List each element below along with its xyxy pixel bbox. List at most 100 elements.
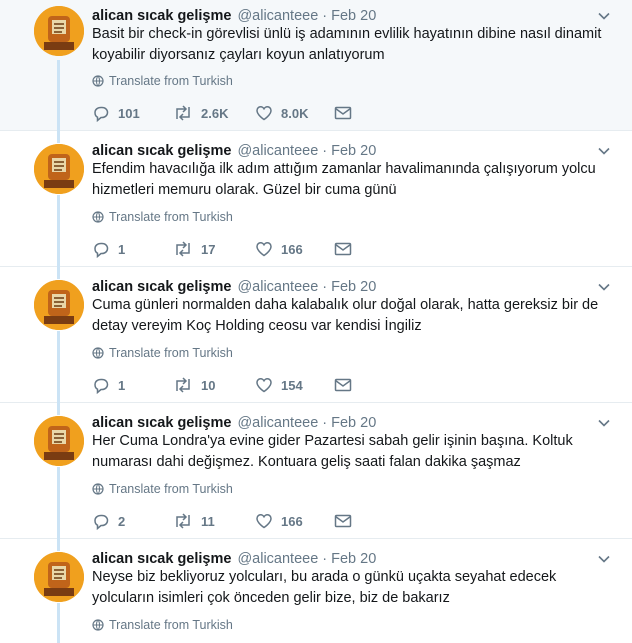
- retweet-icon: [176, 377, 190, 393]
- thread-line: [57, 267, 60, 279]
- tweet-date[interactable]: Feb 20: [331, 279, 376, 295]
- retweet-button[interactable]: 17: [173, 240, 255, 258]
- tweet-header: alican sıcak gelişme @alicanteee · Feb 2…: [92, 277, 376, 297]
- tweet-date[interactable]: Feb 20: [331, 143, 376, 159]
- tweet[interactable]: alican sıcak gelişme @alicanteee · Feb 2…: [0, 0, 632, 131]
- thread-line: [57, 539, 60, 551]
- reply-button[interactable]: 1: [92, 240, 173, 258]
- separator: ·: [322, 8, 328, 24]
- translate-link[interactable]: Translate from Turkish: [92, 74, 233, 88]
- translate-link[interactable]: Translate from Turkish: [92, 210, 233, 224]
- thread-line: [57, 195, 60, 267]
- tweet-actions: 101 2.6K 8.0K: [92, 104, 352, 122]
- translate-link[interactable]: Translate from Turkish: [92, 618, 233, 632]
- author-handle[interactable]: @alicanteee: [237, 551, 318, 567]
- like-button[interactable]: 166: [255, 512, 334, 530]
- translate-label: Translate from Turkish: [109, 482, 233, 496]
- avatar[interactable]: [34, 144, 84, 194]
- dm-button[interactable]: [334, 513, 352, 529]
- dm-button[interactable]: [334, 105, 352, 121]
- dm-icon: [334, 514, 352, 528]
- author-handle[interactable]: @alicanteee: [237, 415, 318, 431]
- separator: ·: [322, 415, 328, 431]
- caret-down-icon[interactable]: [598, 549, 610, 569]
- tweet-date[interactable]: Feb 20: [331, 551, 376, 567]
- author-name[interactable]: alican sıcak gelişme: [92, 279, 231, 295]
- tweet-date[interactable]: Feb 20: [331, 8, 376, 24]
- author-handle[interactable]: @alicanteee: [237, 279, 318, 295]
- reply-button[interactable]: 2: [92, 512, 173, 530]
- dm-button[interactable]: [334, 377, 352, 393]
- reply-count: 101: [118, 105, 140, 121]
- reply-icon: [94, 378, 109, 394]
- author-handle[interactable]: @alicanteee: [237, 143, 318, 159]
- retweet-button[interactable]: 2.6K: [173, 104, 255, 122]
- avatar[interactable]: [34, 280, 84, 330]
- thread-line: [57, 467, 60, 539]
- globe-icon: [92, 483, 104, 495]
- separator: ·: [322, 143, 328, 159]
- avatar[interactable]: [34, 6, 84, 56]
- caret-down-icon[interactable]: [598, 141, 610, 161]
- author-name[interactable]: alican sıcak gelişme: [92, 415, 231, 431]
- translate-label: Translate from Turkish: [109, 346, 233, 360]
- like-count: 8.0K: [281, 105, 309, 121]
- reply-count: 1: [118, 241, 126, 257]
- tweet-header: alican sıcak gelişme @alicanteee · Feb 2…: [92, 549, 376, 569]
- translate-label: Translate from Turkish: [109, 210, 233, 224]
- retweet-count: 11: [201, 513, 215, 529]
- caret-down-icon[interactable]: [598, 6, 610, 26]
- globe-icon: [92, 619, 104, 631]
- tweet-header: alican sıcak gelişme @alicanteee · Feb 2…: [92, 413, 376, 433]
- reply-button[interactable]: 101: [92, 104, 173, 122]
- retweet-count: 17: [201, 241, 216, 257]
- like-count: 166: [281, 513, 303, 529]
- thread-line: [57, 603, 60, 643]
- author-name[interactable]: alican sıcak gelişme: [92, 8, 231, 24]
- tweet[interactable]: alican sıcak gelişme @alicanteee · Feb 2…: [0, 267, 632, 403]
- author-name[interactable]: alican sıcak gelişme: [92, 551, 231, 567]
- retweet-button[interactable]: 10: [173, 376, 255, 394]
- translate-link[interactable]: Translate from Turkish: [92, 346, 233, 360]
- thread-line: [57, 60, 60, 131]
- dm-icon: [334, 242, 352, 256]
- like-button[interactable]: 154: [255, 376, 334, 394]
- thread-line: [57, 331, 60, 403]
- retweet-count: 10: [201, 377, 216, 393]
- tweet-header: alican sıcak gelişme @alicanteee · Feb 2…: [92, 6, 376, 26]
- like-icon: [256, 106, 272, 121]
- reply-button[interactable]: 1: [92, 376, 173, 394]
- author-handle[interactable]: @alicanteee: [237, 8, 318, 24]
- thread-line: [57, 131, 60, 143]
- reply-icon: [94, 106, 109, 122]
- translate-link[interactable]: Translate from Turkish: [92, 482, 233, 496]
- dm-icon: [334, 378, 352, 392]
- dm-icon: [334, 106, 352, 120]
- avatar[interactable]: [34, 552, 84, 602]
- like-icon: [256, 514, 272, 529]
- caret-down-icon[interactable]: [598, 277, 610, 297]
- tweet-text: Neyse biz bekliyoruz yolcuları, bu arada…: [92, 569, 557, 606]
- tweet[interactable]: alican sıcak gelişme @alicanteee · Feb 2…: [0, 403, 632, 539]
- author-name[interactable]: alican sıcak gelişme: [92, 143, 231, 159]
- tweet-actions: 1 17 166: [92, 240, 352, 258]
- like-count: 154: [281, 377, 303, 393]
- dm-button[interactable]: [334, 241, 352, 257]
- globe-icon: [92, 211, 104, 223]
- avatar[interactable]: [34, 416, 84, 466]
- globe-icon: [92, 347, 104, 359]
- like-button[interactable]: 8.0K: [255, 104, 334, 122]
- retweet-icon: [176, 513, 190, 529]
- like-button[interactable]: 166: [255, 240, 334, 258]
- tweet[interactable]: alican sıcak gelişme @alicanteee · Feb 2…: [0, 539, 632, 643]
- retweet-count: 2.6K: [201, 105, 229, 121]
- caret-down-icon[interactable]: [598, 413, 610, 433]
- globe-icon: [92, 75, 104, 87]
- tweet-text: Cuma günleri normalden daha kalabalık ol…: [92, 297, 599, 334]
- tweet-date[interactable]: Feb 20: [331, 415, 376, 431]
- retweet-icon: [176, 105, 190, 121]
- separator: ·: [322, 551, 328, 567]
- retweet-button[interactable]: 11: [173, 512, 255, 530]
- retweet-icon: [176, 241, 190, 257]
- tweet[interactable]: alican sıcak gelişme @alicanteee · Feb 2…: [0, 131, 632, 267]
